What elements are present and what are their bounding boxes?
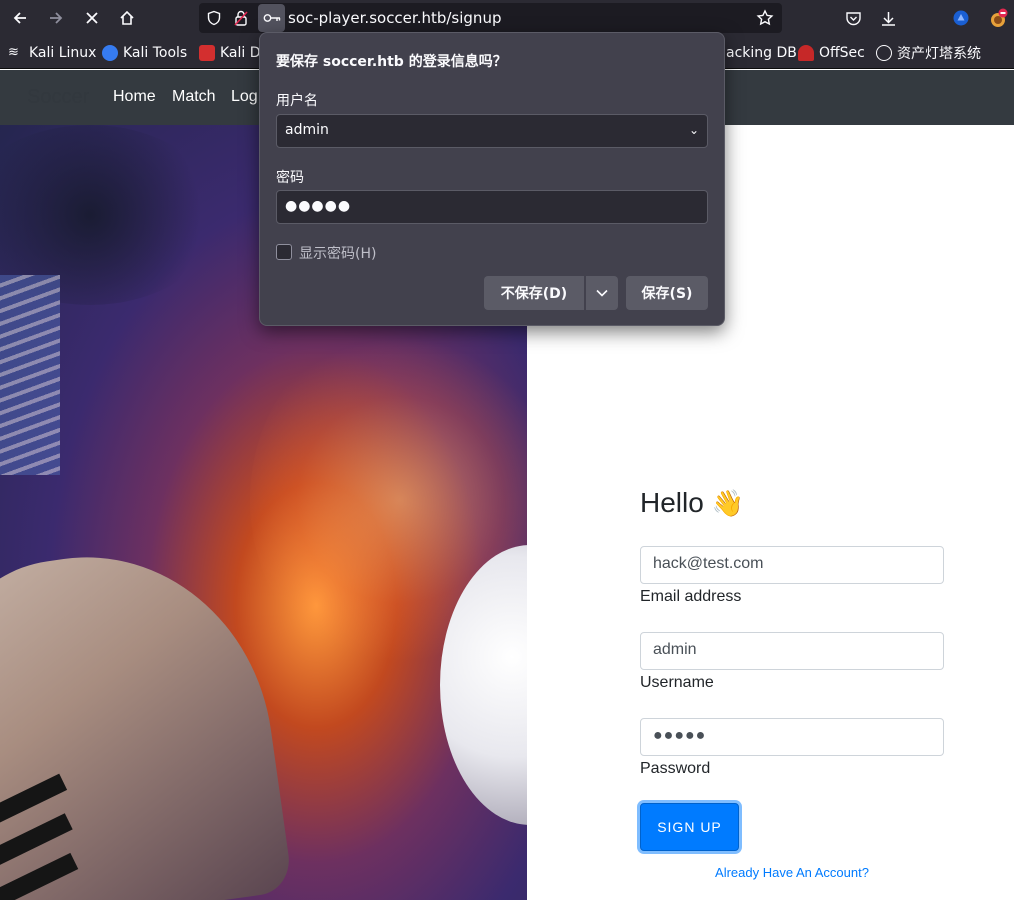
show-password-checkbox[interactable] <box>276 244 292 260</box>
back-icon[interactable] <box>6 4 34 32</box>
username-input[interactable]: admin <box>640 632 944 670</box>
home-icon[interactable] <box>113 4 141 32</box>
chevron-down-icon[interactable]: ⌄ <box>689 123 699 137</box>
username-label: Username <box>640 674 714 691</box>
dialog-username-label: 用户名 <box>276 93 318 109</box>
browser-toolbar: soc-player.soccer.htb/signup <box>0 0 1014 36</box>
insecure-lock-icon[interactable] <box>230 7 252 29</box>
kali-docs-icon <box>199 45 215 61</box>
extension-icon[interactable] <box>947 4 975 32</box>
kali-tools-icon <box>102 45 118 61</box>
offsec-icon <box>798 45 814 61</box>
dialog-password-label: 密码 <box>276 170 304 186</box>
globe-icon <box>876 45 892 61</box>
bookmark-kali-linux[interactable]: ≋ Kali Linux <box>8 43 96 63</box>
bookmark-kali-tools[interactable]: Kali Tools <box>102 43 187 63</box>
key-icon[interactable] <box>258 4 285 32</box>
signup-button[interactable]: SIGN UP <box>640 803 739 851</box>
dont-save-button[interactable]: 不保存(D) <box>484 276 584 310</box>
password-label: Password <box>640 760 711 777</box>
dialog-password-field[interactable]: ●●●●● <box>276 190 708 224</box>
dialog-username-field[interactable]: admin ⌄ <box>276 114 708 148</box>
show-password-label[interactable]: 显示密码(H) <box>299 243 376 263</box>
save-login-dialog: 要保存 soccer.htb 的登录信息吗？ 用户名 admin ⌄ 密码 ●●… <box>259 32 725 326</box>
dialog-title: 要保存 soccer.htb 的登录信息吗？ <box>276 54 507 70</box>
bookmark-exploit-db[interactable]: acking DB <box>726 43 797 63</box>
bookmark-star-icon[interactable] <box>754 7 776 29</box>
chevron-down-icon <box>596 289 608 297</box>
download-icon[interactable] <box>874 4 902 32</box>
forward-icon[interactable] <box>42 4 70 32</box>
shield-icon[interactable] <box>203 7 225 29</box>
soccer-shoe <box>0 533 294 900</box>
form-heading: Hello 👋 <box>640 487 745 518</box>
password-input[interactable]: ●●●●● <box>640 718 944 756</box>
save-button[interactable]: 保存(S) <box>626 276 708 310</box>
profile-extension-icon[interactable] <box>984 4 1012 32</box>
email-input[interactable]: hack@test.com <box>640 546 944 584</box>
bookmark-kali-docs[interactable]: Kali D <box>199 43 261 63</box>
nav-login[interactable]: Log <box>231 88 258 106</box>
url-text[interactable]: soc-player.soccer.htb/signup <box>288 9 501 27</box>
kali-dragon-icon: ≋ <box>8 45 19 60</box>
url-bar[interactable]: soc-player.soccer.htb/signup <box>199 3 782 33</box>
login-link[interactable]: Already Have An Account? <box>640 865 944 880</box>
email-label: Email address <box>640 588 742 605</box>
bookmark-asset-lighthouse[interactable]: 资产灯塔系统 <box>876 43 981 63</box>
waving-hand-icon: 👋 <box>711 487 745 518</box>
nav-match[interactable]: Match <box>172 88 216 106</box>
pocket-icon[interactable] <box>839 4 867 32</box>
bookmark-offsec[interactable]: OffSec <box>798 43 865 63</box>
nav-home[interactable]: Home <box>113 88 156 106</box>
stop-icon[interactable] <box>78 4 106 32</box>
dont-save-menu-button[interactable] <box>586 276 618 310</box>
site-brand[interactable]: Soccer <box>27 86 89 109</box>
